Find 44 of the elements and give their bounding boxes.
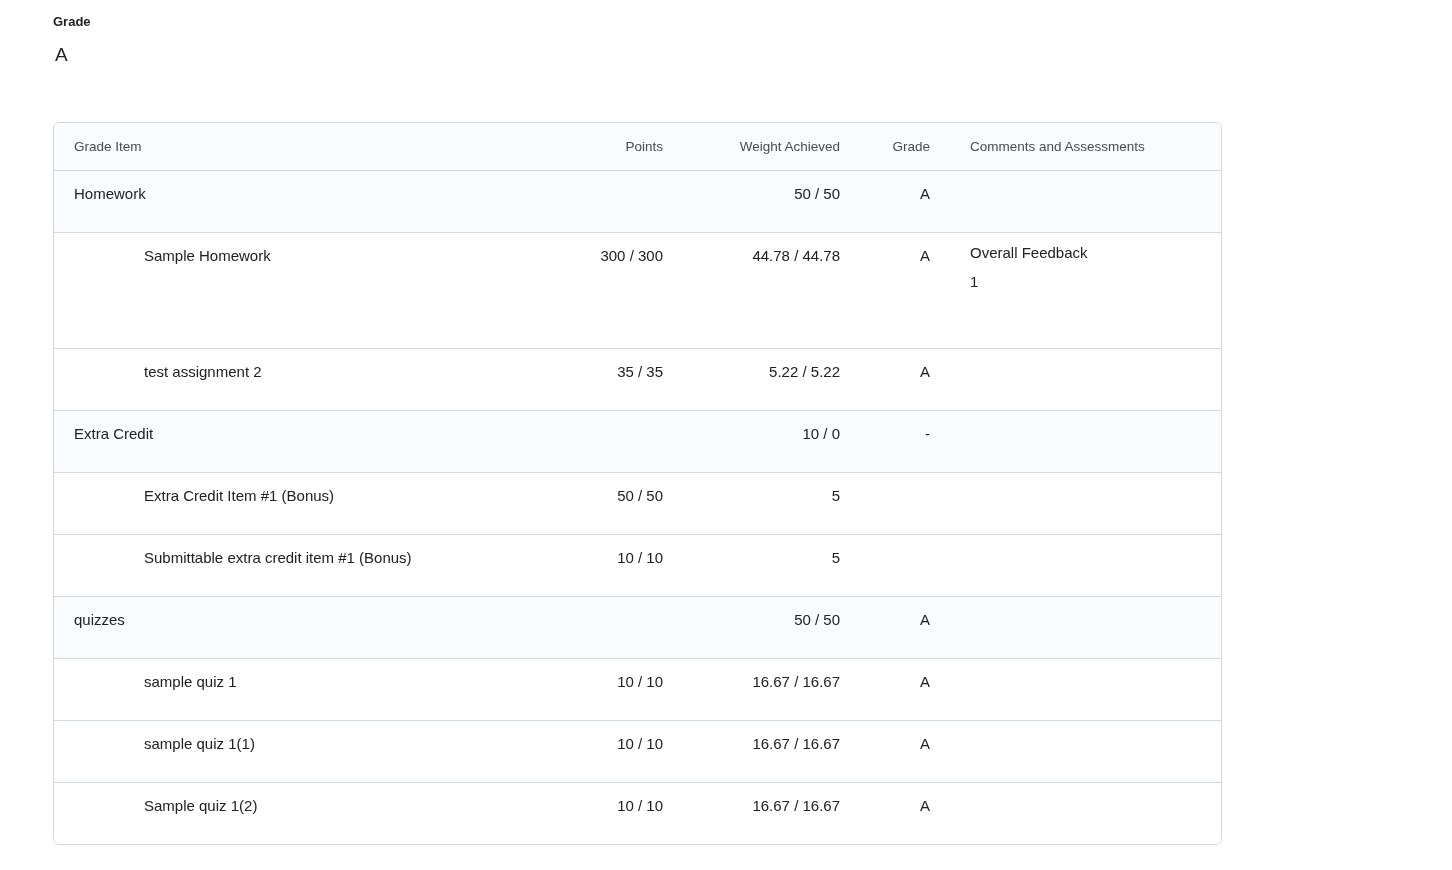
- item-name: Sample Homework: [143, 247, 271, 264]
- grade-cell: A: [920, 247, 930, 264]
- grade-cell: A: [920, 611, 930, 628]
- weight-cell: 16.67 / 16.67: [752, 797, 840, 814]
- grade-cell: A: [920, 673, 930, 690]
- grade-cell: A: [920, 185, 930, 202]
- points-cell: 35 / 35: [617, 363, 663, 380]
- points-cell: 300 / 300: [600, 247, 663, 264]
- column-header: Comments and Assessments: [970, 139, 1146, 154]
- grade-cell: A: [920, 363, 930, 380]
- item-name: Submittable extra credit item #1 (Bonus): [143, 549, 412, 566]
- weight-cell: 44.78 / 44.78: [752, 247, 840, 264]
- item-name: Homework: [74, 185, 146, 202]
- grade-value: A: [55, 44, 68, 66]
- points-cell: 50 / 50: [617, 487, 663, 504]
- feedback-text: 1: [970, 273, 980, 290]
- grade-label: Grade: [53, 14, 91, 29]
- points-cell: 10 / 10: [617, 735, 663, 752]
- item-name: quizzes: [74, 611, 125, 628]
- weight-cell: 5: [831, 549, 840, 566]
- column-header: Grade Item: [74, 139, 142, 154]
- item-name: Sample quiz 1(2): [143, 797, 258, 814]
- feedback-title: Overall Feedback: [970, 244, 1089, 261]
- column-header: Points: [625, 139, 663, 154]
- item-name: Extra Credit Item #1 (Bonus): [143, 487, 335, 504]
- points-cell: 10 / 10: [617, 797, 663, 814]
- column-header: Grade: [892, 139, 930, 154]
- weight-cell: 16.67 / 16.67: [752, 735, 840, 752]
- grade-cell: A: [920, 735, 930, 752]
- weight-cell: 10 / 0: [802, 425, 840, 442]
- weight-cell: 5.22 / 5.22: [769, 363, 840, 380]
- item-name: sample quiz 1(1): [143, 735, 255, 752]
- column-header: Weight Achieved: [739, 139, 840, 154]
- points-cell: 10 / 10: [617, 673, 663, 690]
- item-name: Extra Credit: [74, 425, 154, 442]
- item-name: sample quiz 1: [143, 673, 237, 690]
- weight-cell: 50 / 50: [794, 185, 840, 202]
- points-cell: 10 / 10: [617, 549, 663, 566]
- item-name: test assignment 2: [143, 363, 262, 380]
- weight-cell: 5: [831, 487, 840, 504]
- grade-cell: -: [925, 425, 930, 442]
- weight-cell: 16.67 / 16.67: [752, 673, 840, 690]
- weight-cell: 50 / 50: [794, 611, 840, 628]
- grade-cell: A: [920, 797, 930, 814]
